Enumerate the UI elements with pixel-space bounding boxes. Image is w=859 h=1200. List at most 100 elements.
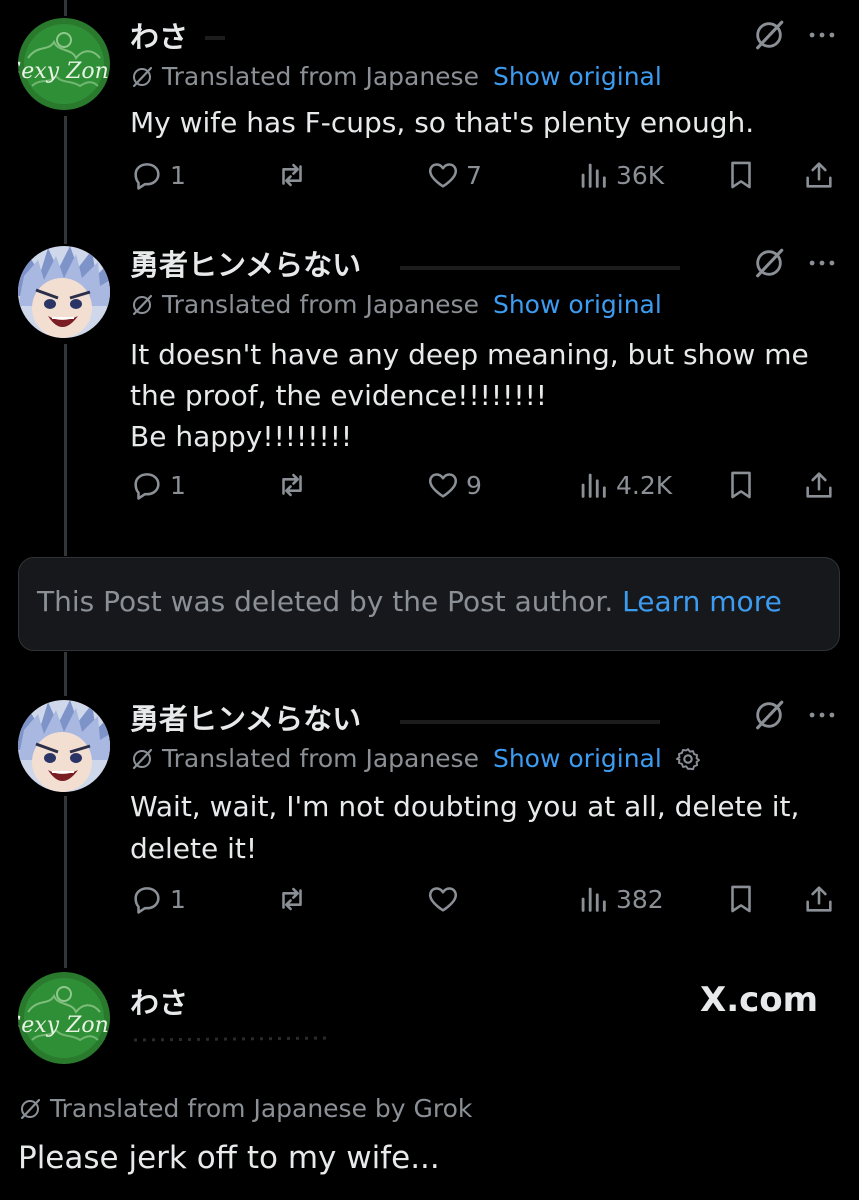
like-button[interactable]: 9 xyxy=(426,468,482,502)
repost-button[interactable] xyxy=(275,882,309,916)
anime-avatar-icon xyxy=(18,700,110,792)
repost-icon xyxy=(275,468,309,502)
repost-button[interactable] xyxy=(275,158,309,192)
views-count: 36K xyxy=(616,160,665,190)
thread-line xyxy=(64,652,67,696)
post-text: Please jerk off to my wife... xyxy=(18,1140,440,1176)
post-text-line: Be happy!!!!!!!! xyxy=(130,420,353,453)
translation-label: Translated from Japanese Show original xyxy=(130,62,662,91)
gear-icon[interactable] xyxy=(674,745,702,773)
more-options-icon[interactable] xyxy=(805,246,839,280)
deleted-notice-text: This Post was deleted by the Post author… xyxy=(37,585,782,618)
share-icon xyxy=(802,882,836,916)
learn-more-link[interactable]: Learn more xyxy=(622,585,782,618)
grok-icon[interactable] xyxy=(752,246,786,280)
repost-icon xyxy=(275,882,309,916)
share-icon xyxy=(802,158,836,192)
author-name[interactable]: わさ xyxy=(130,14,188,56)
grok-icon[interactable] xyxy=(752,698,786,732)
thread-line xyxy=(64,344,67,556)
action-bar: 1 7 36K xyxy=(130,158,840,198)
post-text: My wife has F-cups, so that's plenty eno… xyxy=(130,106,830,140)
like-button[interactable] xyxy=(426,882,466,916)
more-options-icon[interactable] xyxy=(805,698,839,732)
translated-from-text: Translated from Japanese xyxy=(162,290,479,319)
avatar[interactable] xyxy=(18,246,110,338)
x-com-watermark: X.com xyxy=(700,980,819,1020)
post-text-line: My wife has F-cups, so that's plenty eno… xyxy=(130,106,755,139)
action-bar: 1 382 xyxy=(130,882,840,922)
translation-label: Translated from Japanese Show original xyxy=(130,290,662,319)
views-count: 4.2K xyxy=(616,470,673,500)
reply-icon xyxy=(130,882,164,916)
repost-icon xyxy=(275,158,309,192)
deleted-post-notice: This Post was deleted by the Post author… xyxy=(18,557,840,651)
bookmark-button[interactable] xyxy=(724,468,758,502)
redacted-handle xyxy=(205,36,225,40)
author-name[interactable]: 勇者ヒンメらない xyxy=(130,696,361,738)
author-name[interactable]: 勇者ヒンメらない xyxy=(130,242,361,284)
post-text: Wait, wait, I'm not doubting you at all,… xyxy=(130,786,830,870)
bookmark-icon xyxy=(724,468,758,502)
views-icon xyxy=(576,468,610,502)
share-button[interactable] xyxy=(802,468,836,502)
grok-translation-label: Translated from Japanese by Grok xyxy=(18,1094,472,1123)
deleted-message: This Post was deleted by the Post author… xyxy=(37,585,614,618)
reply-button[interactable]: 1 xyxy=(130,158,186,192)
more-options-icon[interactable] xyxy=(805,18,839,52)
translation-label: Translated from Japanese Show original xyxy=(130,744,702,773)
post-text-line: delete it! xyxy=(130,832,258,865)
bookmark-button[interactable] xyxy=(724,158,758,192)
reply-icon xyxy=(130,158,164,192)
avatar[interactable] xyxy=(18,972,110,1064)
show-original-link[interactable]: Show original xyxy=(493,744,662,773)
bookmark-icon xyxy=(724,158,758,192)
share-button[interactable] xyxy=(802,882,836,916)
like-count: 9 xyxy=(466,470,482,500)
reply-count: 1 xyxy=(170,470,186,500)
reply-count: 1 xyxy=(170,160,186,190)
redacted-handle xyxy=(400,720,660,724)
translate-icon xyxy=(130,65,154,89)
reply-button[interactable]: 1 xyxy=(130,882,186,916)
share-button[interactable] xyxy=(802,158,836,192)
like-count: 7 xyxy=(466,160,482,190)
translate-icon xyxy=(130,293,154,317)
post-text-line: It doesn't have any deep meaning, but sh… xyxy=(130,338,809,371)
post-text-line: the proof, the evidence!!!!!!!! xyxy=(130,379,548,412)
heart-icon xyxy=(426,882,460,916)
reply-icon xyxy=(130,468,164,502)
show-original-link[interactable]: Show original xyxy=(493,290,662,319)
thread-line xyxy=(64,0,67,16)
views-button[interactable]: 36K xyxy=(576,158,664,192)
show-original-link[interactable]: Show original xyxy=(493,62,662,91)
reply-button[interactable]: 1 xyxy=(130,468,186,502)
share-icon xyxy=(802,468,836,502)
grok-icon[interactable] xyxy=(752,18,786,52)
repost-button[interactable] xyxy=(275,468,309,502)
views-button[interactable]: 4.2K xyxy=(576,468,672,502)
views-button[interactable]: 382 xyxy=(576,882,664,916)
sexy-zone-avatar-icon xyxy=(18,18,110,110)
views-icon xyxy=(576,158,610,192)
heart-icon xyxy=(426,158,460,192)
sexy-zone-avatar-icon xyxy=(18,972,110,1064)
avatar[interactable] xyxy=(18,700,110,792)
redacted-handle xyxy=(133,1036,332,1042)
like-button[interactable]: 7 xyxy=(426,158,482,192)
thread-line xyxy=(64,116,67,244)
translate-icon xyxy=(130,747,154,771)
action-bar: 1 9 4.2K xyxy=(130,468,840,508)
bookmark-icon xyxy=(724,882,758,916)
author-name[interactable]: わさ xyxy=(130,980,188,1022)
reply-count: 1 xyxy=(170,884,186,914)
bookmark-button[interactable] xyxy=(724,882,758,916)
avatar[interactable] xyxy=(18,18,110,110)
thread-line xyxy=(64,796,67,968)
post-text: It doesn't have any deep meaning, but sh… xyxy=(130,334,830,457)
translated-from-text: Translated from Japanese xyxy=(162,744,479,773)
views-icon xyxy=(576,882,610,916)
anime-avatar-icon xyxy=(18,246,110,338)
views-count: 382 xyxy=(616,884,664,914)
redacted-handle xyxy=(400,266,680,270)
